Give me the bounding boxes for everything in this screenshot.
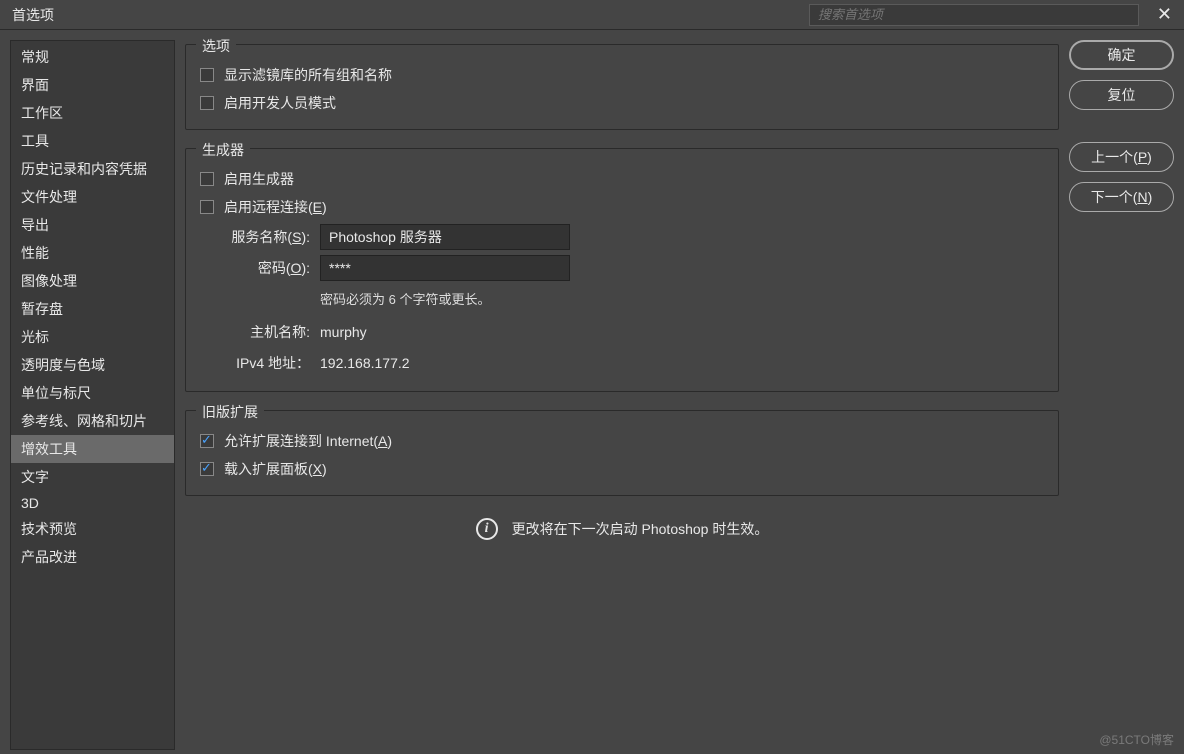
checkbox-developer-mode[interactable]	[200, 96, 214, 110]
sidebar-item-2[interactable]: 工作区	[11, 99, 174, 127]
sidebar-item-18[interactable]: 产品改进	[11, 543, 174, 571]
info-icon: i	[476, 518, 498, 540]
content-area: 选项 显示滤镜库的所有组和名称 启用开发人员模式 生成器 启用生成器 启用远程连…	[185, 40, 1059, 744]
sidebar-item-4[interactable]: 历史记录和内容凭据	[11, 155, 174, 183]
sidebar-item-6[interactable]: 导出	[11, 211, 174, 239]
button-column: 确定 复位 上一个(P) 下一个(N)	[1069, 40, 1174, 744]
checkbox-enable-remote[interactable]	[200, 200, 214, 214]
ok-button[interactable]: 确定	[1069, 40, 1174, 70]
sidebar-item-12[interactable]: 单位与标尺	[11, 379, 174, 407]
sidebar-item-11[interactable]: 透明度与色域	[11, 351, 174, 379]
group-legacy-extensions: 旧版扩展 允许扩展连接到 Internet(A) 载入扩展面板(X)	[185, 410, 1059, 496]
label-ipv4: IPv4 地址：	[200, 353, 310, 373]
label-hostname: 主机名称:	[200, 322, 310, 342]
sidebar: 常规界面工作区工具历史记录和内容凭据文件处理导出性能图像处理暂存盘光标透明度与色…	[10, 40, 175, 750]
sidebar-item-14[interactable]: 增效工具	[11, 435, 174, 463]
window-title: 首选项	[12, 5, 54, 25]
sidebar-item-3[interactable]: 工具	[11, 127, 174, 155]
checkbox-load-panels[interactable]	[200, 462, 214, 476]
label-show-all-filter-groups: 显示滤镜库的所有组和名称	[224, 65, 392, 85]
checkbox-allow-internet[interactable]	[200, 434, 214, 448]
group-generator: 生成器 启用生成器 启用远程连接(E) 服务名称(S): 密码(O): 密码必须…	[185, 148, 1059, 392]
input-service-name[interactable]	[320, 224, 570, 250]
label-enable-remote: 启用远程连接(E)	[224, 197, 327, 217]
sidebar-item-1[interactable]: 界面	[11, 71, 174, 99]
next-button[interactable]: 下一个(N)	[1069, 182, 1174, 212]
sidebar-item-9[interactable]: 暂存盘	[11, 295, 174, 323]
sidebar-item-0[interactable]: 常规	[11, 43, 174, 71]
restart-info: i 更改将在下一次启动 Photoshop 时生效。	[185, 510, 1059, 548]
watermark: @51CTO博客	[1099, 731, 1174, 748]
label-service-name: 服务名称(S):	[200, 227, 310, 247]
label-developer-mode: 启用开发人员模式	[224, 93, 336, 113]
value-hostname: murphy	[320, 324, 367, 340]
sidebar-item-17[interactable]: 技术预览	[11, 515, 174, 543]
sidebar-item-5[interactable]: 文件处理	[11, 183, 174, 211]
label-load-panels: 载入扩展面板(X)	[224, 459, 327, 479]
label-allow-internet: 允许扩展连接到 Internet(A)	[224, 431, 392, 451]
group-title-generator: 生成器	[196, 140, 250, 160]
sidebar-item-10[interactable]: 光标	[11, 323, 174, 351]
prev-button[interactable]: 上一个(P)	[1069, 142, 1174, 172]
label-enable-generator: 启用生成器	[224, 169, 294, 189]
checkbox-show-all-filter-groups[interactable]	[200, 68, 214, 82]
checkbox-enable-generator[interactable]	[200, 172, 214, 186]
titlebar: 首选项 ✕	[0, 0, 1184, 30]
sidebar-item-13[interactable]: 参考线、网格和切片	[11, 407, 174, 435]
label-password: 密码(O):	[200, 258, 310, 278]
sidebar-item-7[interactable]: 性能	[11, 239, 174, 267]
close-icon[interactable]: ✕	[1157, 4, 1172, 25]
sidebar-item-8[interactable]: 图像处理	[11, 267, 174, 295]
reset-button[interactable]: 复位	[1069, 80, 1174, 110]
group-options: 选项 显示滤镜库的所有组和名称 启用开发人员模式	[185, 44, 1059, 130]
sidebar-item-15[interactable]: 文字	[11, 463, 174, 491]
sidebar-item-16[interactable]: 3D	[11, 491, 174, 515]
password-hint: 密码必须为 6 个字符或更长。	[320, 286, 1044, 314]
group-title-options: 选项	[196, 36, 236, 56]
group-title-legacy: 旧版扩展	[196, 402, 264, 422]
value-ipv4: 192.168.177.2	[320, 355, 410, 371]
search-input[interactable]	[809, 4, 1139, 26]
input-password[interactable]	[320, 255, 570, 281]
info-text: 更改将在下一次启动 Photoshop 时生效。	[512, 519, 769, 539]
